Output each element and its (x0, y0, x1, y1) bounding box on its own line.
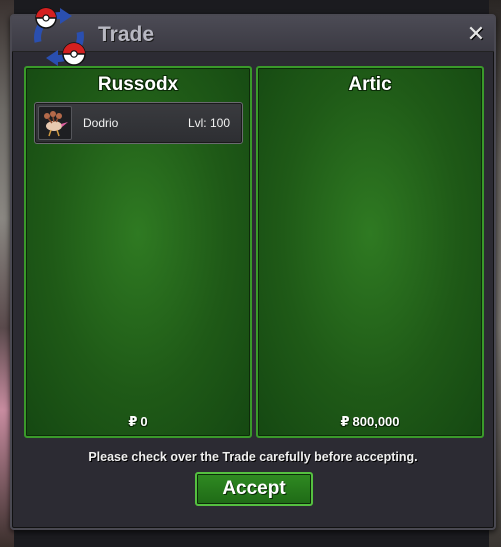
accept-button[interactable]: Accept (195, 472, 313, 506)
right-player-name: Artic (348, 74, 392, 95)
left-offer-panel: Russodx Dodrio Lvl: 100 ₽ 0 (24, 66, 252, 438)
pokemon-level: Lvl: 100 (187, 116, 230, 130)
pokemon-name: Dodrio (83, 116, 119, 130)
dodrio-sprite-icon (38, 106, 72, 140)
right-offer-panel: Artic ₽800,000 (256, 66, 484, 438)
left-money: ₽0 (26, 414, 250, 430)
pokedollar-icon: ₽ (128, 414, 138, 429)
left-player-name: Russodx (97, 74, 179, 95)
trade-notice: Please check over the Trade carefully be… (88, 450, 418, 464)
offered-pokemon-row[interactable]: Dodrio Lvl: 100 (34, 102, 243, 144)
pokedollar-icon: ₽ (340, 414, 350, 429)
trade-window: Trade ✕ Russodx Dodrio Lvl: 100 ₽ 0 Arti… (10, 7, 496, 530)
left-money-amount: 0 (140, 414, 148, 429)
trade-logo-icon (34, 7, 86, 66)
right-money-amount: 800,000 (352, 414, 400, 429)
close-button[interactable]: ✕ (464, 22, 488, 46)
window-title: Trade (98, 23, 155, 46)
right-money: ₽800,000 (258, 414, 482, 430)
